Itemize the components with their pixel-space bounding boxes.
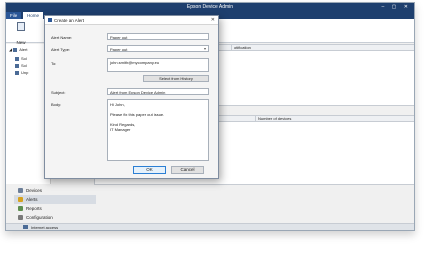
dialog-title-bar: Create an Alert ✕ xyxy=(45,16,218,25)
to-label: To: xyxy=(51,61,57,66)
printer-icon xyxy=(18,188,23,194)
tab-home[interactable]: Home xyxy=(23,12,44,19)
close-icon[interactable]: ✕ xyxy=(211,17,215,23)
report-icon xyxy=(18,206,23,212)
new-button[interactable]: New xyxy=(12,22,30,45)
tree-item-root[interactable]: ◢ Alert xyxy=(9,47,27,52)
column-header-notification[interactable]: otification xyxy=(231,45,251,51)
new-document-icon xyxy=(17,22,25,31)
nav-item-alerts[interactable]: Alerts xyxy=(14,195,96,204)
ok-button[interactable]: OK xyxy=(133,166,166,174)
alert-type-label: Alert Type: xyxy=(51,47,71,52)
chevron-down-icon: ▾ xyxy=(203,46,206,51)
alert-icon xyxy=(15,63,19,68)
select-from-history-button[interactable]: Select from History xyxy=(143,75,209,82)
tree-item[interactable]: Sol xyxy=(15,63,27,68)
network-icon xyxy=(23,225,28,229)
subject-label: Subject: xyxy=(51,90,66,95)
to-input[interactable]: john.smith@mycompany.eu xyxy=(107,58,209,72)
subject-input[interactable]: Alert from Epson Device Admin xyxy=(107,88,209,95)
body-line: IT Manager xyxy=(110,127,131,132)
app-icon xyxy=(48,18,52,22)
window-controls[interactable]: – ▢ ✕ xyxy=(382,4,411,10)
create-alert-dialog: Create an Alert ✕ Alert Name: Paper out … xyxy=(44,15,219,179)
gear-icon xyxy=(18,215,23,221)
tree-item[interactable]: Sol xyxy=(15,56,27,61)
alert-type-select[interactable]: Paper out ▾ xyxy=(107,45,209,52)
alert-name-input[interactable]: Paper out xyxy=(107,33,209,40)
left-nav: Devices Alerts Reports Configuration xyxy=(14,186,96,224)
tree-item[interactable]: Unp xyxy=(15,70,28,75)
body-label: Body: xyxy=(51,102,62,107)
status-text: Internet access xyxy=(31,225,59,230)
nav-item-devices[interactable]: Devices xyxy=(14,186,96,195)
tab-file[interactable]: File xyxy=(6,12,22,19)
collapse-icon: ◢ xyxy=(9,47,13,52)
bell-icon xyxy=(18,197,23,203)
body-textarea[interactable]: Hi John, Please fix this paper out issue… xyxy=(107,99,209,161)
title-bar: Epson Device Admin – ▢ ✕ xyxy=(6,3,414,12)
column-header-devices[interactable]: Number of devices xyxy=(255,116,291,122)
nav-item-configuration[interactable]: Configuration xyxy=(14,213,96,222)
dialog-title: Create an Alert xyxy=(54,18,85,23)
alert-type-value: Paper out xyxy=(110,47,128,52)
status-bar: Internet access xyxy=(6,223,414,230)
folder-icon xyxy=(13,47,18,52)
alert-name-label: Alert Name: xyxy=(51,35,73,40)
window-title: Epson Device Admin xyxy=(186,4,234,10)
alert-icon xyxy=(15,56,19,61)
alert-icon xyxy=(15,70,19,75)
cancel-button[interactable]: Cancel xyxy=(171,166,204,174)
nav-item-reports[interactable]: Reports xyxy=(14,204,96,213)
